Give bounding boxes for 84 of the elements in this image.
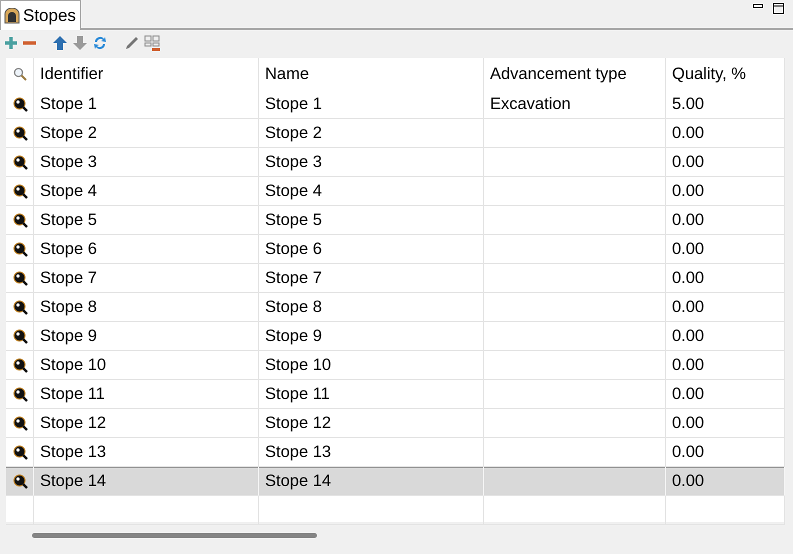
table-row[interactable]: Stope 12 Stope 12 0.00 xyxy=(6,409,785,438)
table-cell: Stope 8 xyxy=(259,293,484,322)
horizontal-scrollbar[interactable] xyxy=(32,533,317,538)
column-header[interactable]: Identifier xyxy=(34,58,259,90)
add-icon[interactable] xyxy=(4,36,18,50)
table-row[interactable]: Stope 14 Stope 14 0.00 xyxy=(6,467,785,496)
table-cell: Stope 1 xyxy=(34,90,259,119)
table-cell: 0.00 xyxy=(666,409,785,438)
magnifier-icon xyxy=(13,416,28,430)
magnifier-icon xyxy=(13,154,28,170)
magnifier-icon xyxy=(13,300,28,314)
table-cell: 0.00 xyxy=(666,206,785,235)
table-row[interactable]: Stope 3 Stope 3 0.00 xyxy=(6,148,785,177)
table-row[interactable]: Stope 4 Stope 4 0.00 xyxy=(6,177,785,206)
table-cell: Stope 5 xyxy=(34,206,259,235)
table-cell: 5.00 xyxy=(666,90,785,119)
table-cell: 0.00 xyxy=(666,467,785,496)
table-row[interactable]: Stope 11 Stope 11 0.00 xyxy=(6,380,785,409)
table-cell: Stope 14 xyxy=(34,467,259,496)
table-cell: Stope 10 xyxy=(34,351,259,380)
table-cell: Stope 11 xyxy=(34,380,259,409)
table-cell: Stope 7 xyxy=(259,264,484,293)
minimize-icon[interactable] xyxy=(753,4,763,9)
table-cell: Excavation xyxy=(484,90,666,119)
table-row[interactable]: Stope 1 Stope 1 Excavation 5.00 xyxy=(6,90,785,119)
table-cell: 0.00 xyxy=(666,380,785,409)
magnifier-icon xyxy=(13,126,28,140)
grid-icon[interactable] xyxy=(144,35,160,51)
table-cell: Stope 7 xyxy=(34,264,259,293)
pencil-icon[interactable] xyxy=(124,35,140,51)
magnifier-icon xyxy=(13,242,28,256)
table-cell: Stope 9 xyxy=(259,322,484,351)
table-cell: Stope 6 xyxy=(34,235,259,264)
maximize-icon[interactable] xyxy=(773,3,784,14)
move-up-icon[interactable] xyxy=(52,35,68,51)
table-row[interactable]: Stope 10 Stope 10 0.00 xyxy=(6,351,785,380)
table-row[interactable]: Stope 9 Stope 9 0.00 xyxy=(6,322,785,351)
stope-icon xyxy=(4,8,20,24)
magnifier-icon xyxy=(13,386,28,402)
table-cell: 0.00 xyxy=(666,148,785,177)
magnifier-icon xyxy=(13,474,28,488)
empty-cell xyxy=(6,496,34,525)
magnifier-icon xyxy=(13,212,28,228)
magnifier-icon xyxy=(13,96,28,112)
table-cell: Stope 14 xyxy=(259,467,484,496)
stopes-tab[interactable]: Stopes xyxy=(0,0,81,30)
search-icon[interactable] xyxy=(13,67,27,81)
magnifier-icon xyxy=(13,328,28,344)
table-row[interactable]: Stope 8 Stope 8 0.00 xyxy=(6,293,785,322)
column-header[interactable]: Quality, % xyxy=(666,58,785,90)
table-cell: Stope 6 xyxy=(259,235,484,264)
table-cell: Stope 10 xyxy=(259,351,484,380)
table-cell: 0.00 xyxy=(666,351,785,380)
table-cell: Stope 3 xyxy=(34,148,259,177)
table-cell: Stope 11 xyxy=(259,380,484,409)
table-cell: Stope 12 xyxy=(259,409,484,438)
table-cell: Stope 2 xyxy=(259,119,484,148)
column-header[interactable]: Name xyxy=(259,58,484,90)
table-cell: Stope 9 xyxy=(34,322,259,351)
table-cell: Stope 3 xyxy=(259,148,484,177)
table-cell: 0.00 xyxy=(666,119,785,148)
table-cell: Stope 4 xyxy=(34,177,259,206)
table-cell: Stope 8 xyxy=(34,293,259,322)
table-cell: 0.00 xyxy=(666,322,785,351)
table-cell: 0.00 xyxy=(666,177,785,206)
magnifier-icon xyxy=(13,444,28,460)
table-cell: Stope 1 xyxy=(259,90,484,119)
table-cell: Stope 2 xyxy=(34,119,259,148)
table-cell: 0.00 xyxy=(666,293,785,322)
table-cell: Stope 12 xyxy=(34,409,259,438)
table-cell: 0.00 xyxy=(666,235,785,264)
refresh-icon[interactable] xyxy=(92,35,108,51)
table-cell: Stope 5 xyxy=(259,206,484,235)
table-row[interactable]: Stope 7 Stope 7 0.00 xyxy=(6,264,785,293)
magnifier-icon xyxy=(13,270,28,286)
table-row[interactable]: Stope 2 Stope 2 0.00 xyxy=(6,119,785,148)
magnifier-icon xyxy=(13,358,28,372)
magnifier-icon xyxy=(13,184,28,198)
column-header[interactable]: Advancement type xyxy=(484,58,666,90)
table-cell: Stope 4 xyxy=(259,177,484,206)
table-row[interactable]: Stope 6 Stope 6 0.00 xyxy=(6,235,785,264)
table-cell: 0.00 xyxy=(666,264,785,293)
move-down-icon[interactable] xyxy=(72,35,88,51)
table-row[interactable]: Stope 5 Stope 5 0.00 xyxy=(6,206,785,235)
